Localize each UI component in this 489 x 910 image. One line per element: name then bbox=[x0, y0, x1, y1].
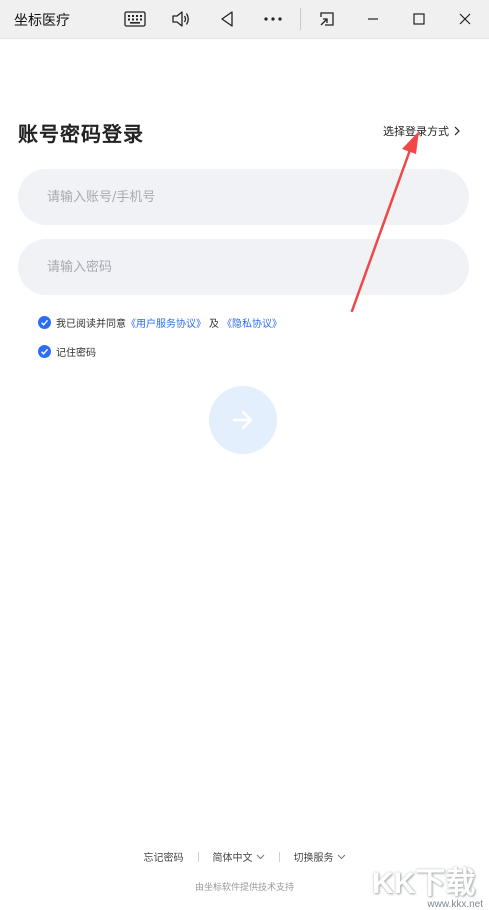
app-title: 坐标医疗 bbox=[14, 13, 70, 29]
page-title: 账号密码登录 bbox=[18, 122, 144, 146]
agreement-row: 我已阅读并同意 《用户服务协议》 及 《隐私协议》 bbox=[38, 315, 282, 330]
footer-divider bbox=[197, 851, 199, 862]
switch-service-label: 切换服务 bbox=[293, 853, 334, 864]
agreement-checkbox[interactable] bbox=[38, 316, 51, 329]
remember-password-label: 记住密码 bbox=[56, 348, 96, 359]
chevron-down-icon bbox=[337, 854, 345, 859]
privacy-agreement-link[interactable]: 《隐私协议》 bbox=[222, 315, 282, 330]
watermark: KK下载 www.kkx.net bbox=[372, 858, 489, 910]
checkmark-icon bbox=[41, 348, 49, 355]
watermark-url: www.kkx.net bbox=[427, 899, 483, 910]
maximize-icon[interactable] bbox=[403, 4, 435, 34]
remember-password-row[interactable]: 记住密码 bbox=[38, 344, 96, 359]
volume-icon[interactable] bbox=[165, 4, 197, 34]
forgot-password-link[interactable]: 忘记密码 bbox=[144, 849, 184, 864]
more-icon[interactable] bbox=[257, 4, 289, 34]
chevron-right-icon bbox=[454, 126, 460, 136]
window-titlebar: 坐标医疗 bbox=[0, 0, 489, 39]
footer-divider bbox=[278, 851, 280, 862]
close-icon[interactable] bbox=[449, 4, 481, 34]
password-input[interactable] bbox=[18, 239, 469, 295]
switch-login-method-label: 选择登录方式 bbox=[383, 125, 449, 138]
keyboard-icon[interactable] bbox=[119, 4, 151, 34]
user-agreement-link[interactable]: 《用户服务协议》 bbox=[126, 315, 206, 330]
switch-service-select[interactable]: 切换服务 bbox=[294, 849, 346, 864]
agreement-prefix-text: 我已阅读并同意 bbox=[56, 319, 126, 330]
titlebar-divider bbox=[300, 8, 301, 30]
language-select[interactable]: 简体中文 bbox=[213, 849, 265, 864]
minimize-icon[interactable] bbox=[357, 4, 389, 34]
agreement-and-text: 及 bbox=[209, 319, 219, 330]
switch-login-method-button[interactable]: 选择登录方式 bbox=[383, 123, 461, 139]
account-input[interactable] bbox=[18, 169, 469, 225]
login-submit-button[interactable] bbox=[209, 386, 277, 454]
chevron-down-icon bbox=[256, 854, 264, 859]
arrow-right-icon bbox=[232, 410, 253, 430]
remember-password-checkbox[interactable] bbox=[38, 345, 51, 358]
watermark-logo: KK下载 bbox=[372, 867, 476, 900]
window-resize-icon[interactable] bbox=[311, 4, 343, 34]
language-label: 简体中文 bbox=[212, 853, 253, 864]
checkmark-icon bbox=[41, 319, 49, 326]
back-icon[interactable] bbox=[211, 4, 243, 34]
